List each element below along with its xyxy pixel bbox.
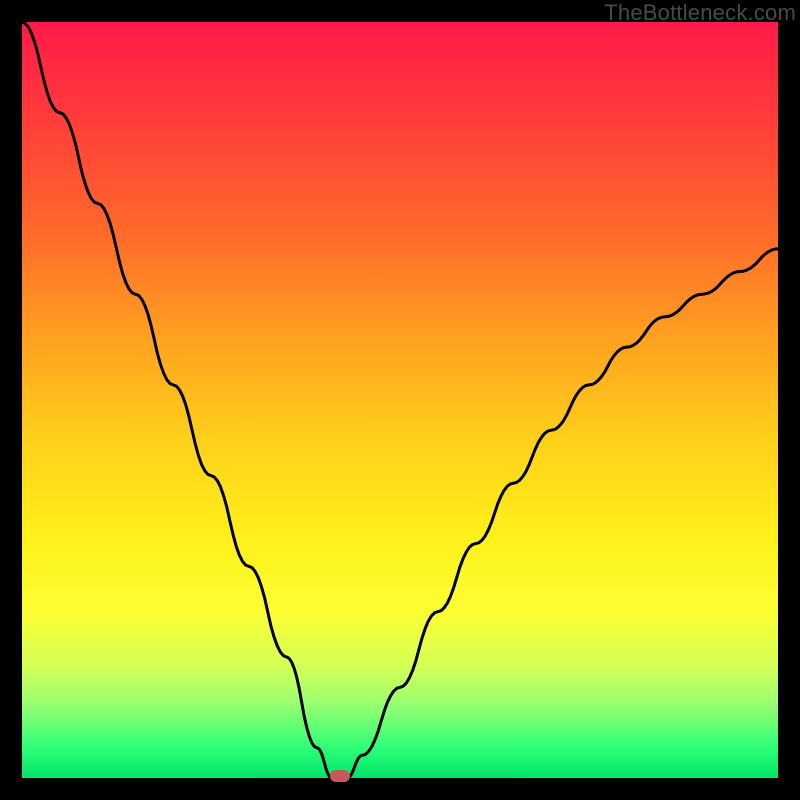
chart-frame [22,22,778,778]
optimal-point-marker [330,770,350,782]
watermark-text: TheBottleneck.com [604,0,796,26]
bottleneck-curve [22,22,778,778]
